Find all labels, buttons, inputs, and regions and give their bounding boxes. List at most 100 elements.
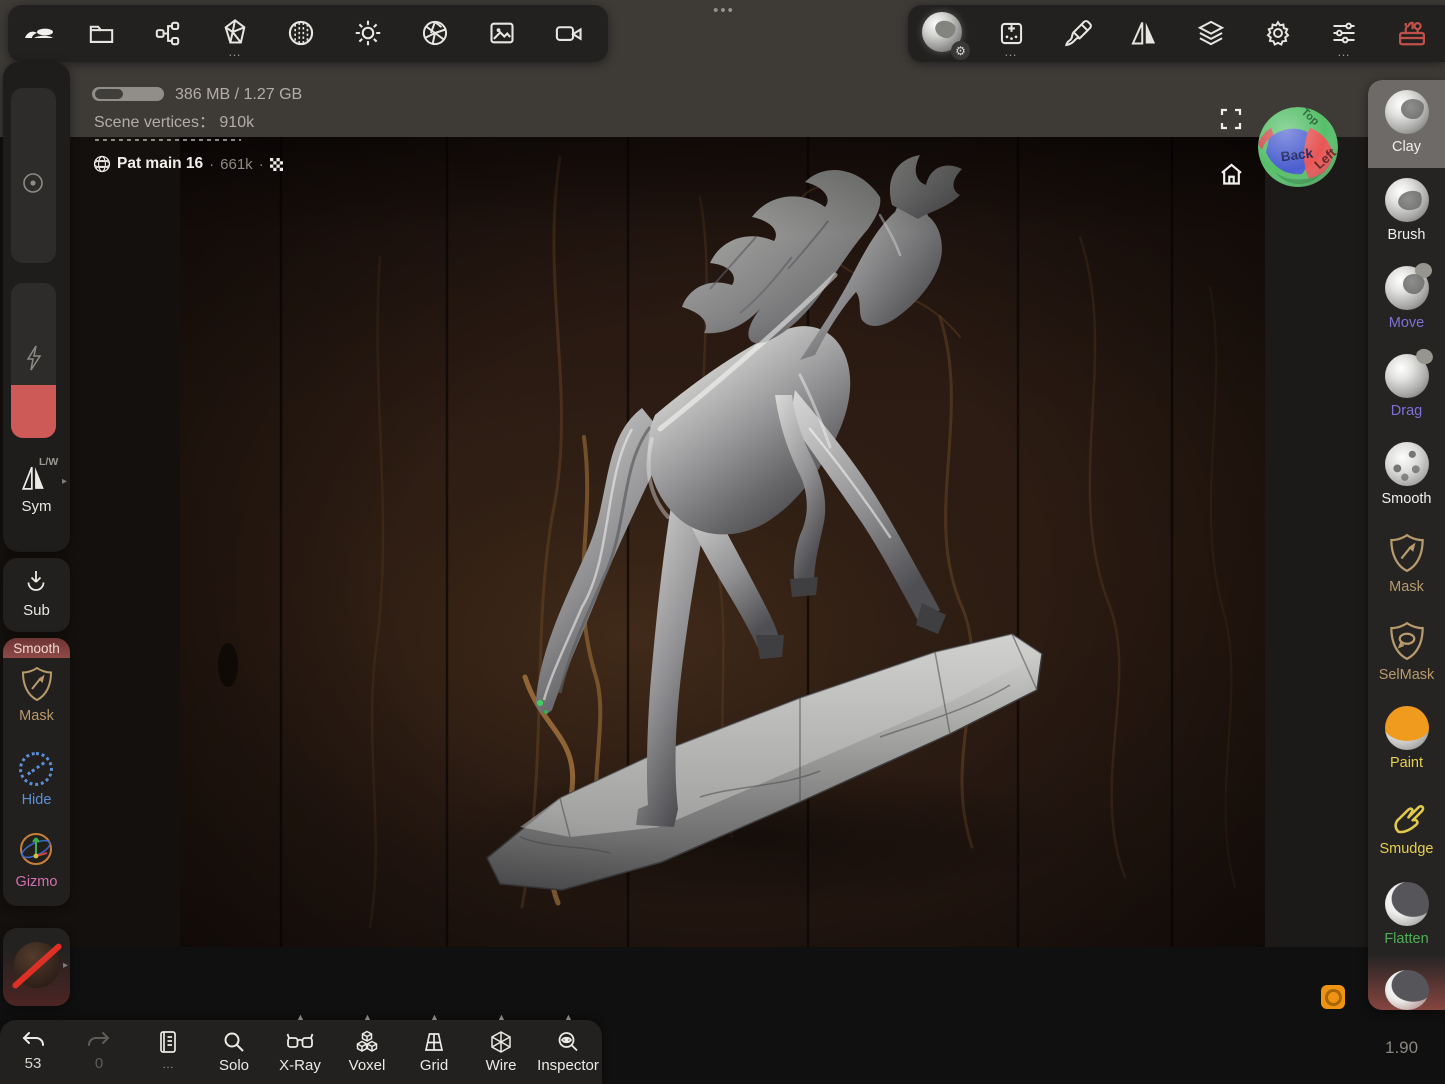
sym-expand-arrow: ▸ <box>62 476 67 487</box>
home-icon <box>1218 161 1245 188</box>
background-button[interactable] <box>487 18 517 48</box>
nomad-logo[interactable] <box>18 18 60 48</box>
voxel-label: Voxel <box>349 1057 386 1074</box>
material-disabled-button[interactable]: ▸ <box>3 928 70 1006</box>
tool-move[interactable]: Move <box>1368 256 1445 344</box>
grid-button[interactable]: Grid <box>404 1030 464 1074</box>
topology-icon <box>221 18 249 46</box>
brush-sphere-icon <box>1385 178 1429 222</box>
gizmo-icon <box>17 830 55 868</box>
redo-icon <box>86 1030 112 1052</box>
redo-count: 0 <box>95 1055 103 1072</box>
tool-mask[interactable]: Mask <box>1368 520 1445 608</box>
active-matcap-button[interactable]: ⚙ <box>922 12 966 56</box>
shortcut-mask[interactable]: Mask <box>3 660 70 740</box>
tool-mask-label: Mask <box>1389 579 1424 595</box>
tool-smooth-label: Smooth <box>1382 491 1432 507</box>
video-camera-icon <box>554 19 584 47</box>
expand-caret[interactable]: ▲ <box>564 1012 573 1022</box>
postprocess-button[interactable] <box>420 18 450 48</box>
undo-button[interactable]: 53 <box>3 1030 63 1072</box>
tool-flatten-label: Flatten <box>1384 931 1428 947</box>
expand-caret[interactable]: ▲ <box>296 1012 305 1022</box>
tool-clay[interactable]: Clay <box>1368 80 1445 168</box>
toolbar-top-right <box>908 5 1445 62</box>
tool-partial-next[interactable] <box>1368 960 1445 1010</box>
image-icon <box>488 19 516 47</box>
symmetry-toggle[interactable]: L/W Sym ▸ <box>3 442 70 550</box>
window-drag-handle[interactable]: ••• <box>700 2 748 19</box>
intensity-slider[interactable] <box>11 283 56 438</box>
history-button[interactable]: … <box>138 1030 198 1071</box>
tool-clay-label: Clay <box>1392 139 1421 155</box>
radius-icon <box>22 172 44 194</box>
sub-label: Sub <box>3 602 70 619</box>
zoom-level: 1.90 <box>1385 1038 1418 1058</box>
solo-button[interactable]: Solo <box>204 1030 264 1074</box>
redo-button[interactable]: 0 <box>69 1030 129 1072</box>
intensity-slider-fill <box>11 385 56 438</box>
symmetry-button[interactable] <box>1129 18 1159 48</box>
scene-item-row[interactable]: Pat main 16 · 661k · <box>93 153 283 175</box>
sun-icon <box>354 19 382 47</box>
material-expand-arrow: ▸ <box>63 960 68 971</box>
paint-all-button[interactable] <box>1062 17 1094 49</box>
voxel-cubes-icon <box>354 1030 380 1054</box>
scene-graph-icon <box>154 20 181 47</box>
home-view-button[interactable] <box>1216 159 1246 189</box>
folder-icon <box>88 20 115 47</box>
expand-caret[interactable]: ▲ <box>430 1012 439 1022</box>
solo-label: Solo <box>219 1057 249 1074</box>
fullscreen-button[interactable] <box>1218 106 1244 132</box>
xray-button[interactable]: X-Ray <box>270 1030 330 1074</box>
shortcut-hide[interactable]: Hide <box>3 744 70 824</box>
tool-smooth[interactable]: Smooth <box>1368 432 1445 520</box>
viewport-canvas[interactable] <box>180 137 1265 947</box>
settings-button[interactable] <box>1263 18 1293 48</box>
lighting-button[interactable] <box>353 18 383 48</box>
expand-caret[interactable]: ▲ <box>363 1012 372 1022</box>
mesh-sphere-icon <box>93 155 111 173</box>
layers-button[interactable] <box>1196 18 1226 48</box>
separator-dot: · <box>209 156 214 173</box>
undo-icon <box>20 1030 46 1052</box>
debug-tools-button[interactable] <box>1396 17 1428 49</box>
gear-icon <box>1264 19 1292 47</box>
sym-label: Sym <box>3 498 70 515</box>
subdivide-button[interactable]: Sub <box>3 558 70 632</box>
tool-smudge-label: Smudge <box>1379 841 1433 857</box>
inspector-button[interactable]: Inspector <box>538 1030 598 1074</box>
nomad-logo-icon <box>21 21 57 45</box>
tool-selmask[interactable]: SelMask <box>1368 608 1445 696</box>
mirror-icon <box>1130 19 1158 47</box>
validate-badge[interactable] <box>1321 985 1345 1009</box>
shortcut-mask-label: Mask <box>3 708 70 724</box>
tool-paint[interactable]: Paint <box>1368 696 1445 784</box>
grid-label: Grid <box>420 1057 448 1074</box>
voxel-button[interactable]: Voxel <box>337 1030 397 1074</box>
tool-smudge[interactable]: Smudge <box>1368 784 1445 872</box>
scene-graph-button[interactable] <box>152 18 182 48</box>
xray-glasses-icon <box>285 1030 315 1054</box>
tool-brush[interactable]: Brush <box>1368 168 1445 256</box>
list-separator <box>95 139 241 141</box>
files-button[interactable] <box>86 18 116 48</box>
wire-button[interactable]: Wire <box>471 1030 531 1074</box>
shortcut-gizmo-label: Gizmo <box>3 874 70 890</box>
shortcut-smooth[interactable]: Smooth <box>3 638 70 658</box>
camera-button[interactable] <box>553 18 585 48</box>
material-button[interactable] <box>286 18 316 48</box>
radius-slider[interactable] <box>11 88 56 263</box>
memory-text: 386 MB / 1.27 GB <box>175 86 302 104</box>
left-shortcut-list: Smooth Mask Hide Gizmo <box>3 638 70 906</box>
tool-flatten[interactable]: Flatten <box>1368 872 1445 960</box>
tool-brush-label: Brush <box>1388 227 1426 243</box>
smooth-sphere-icon <box>1385 442 1429 486</box>
tool-drag[interactable]: Drag <box>1368 344 1445 432</box>
separator-dot: · <box>259 156 264 173</box>
expand-caret[interactable]: ▲ <box>497 1012 506 1022</box>
fullscreen-icon <box>1219 107 1243 131</box>
shortcut-gizmo[interactable]: Gizmo <box>3 826 70 906</box>
tool-paint-label: Paint <box>1390 755 1423 771</box>
orientation-gizmo[interactable]: Back Left Top <box>1257 106 1339 188</box>
